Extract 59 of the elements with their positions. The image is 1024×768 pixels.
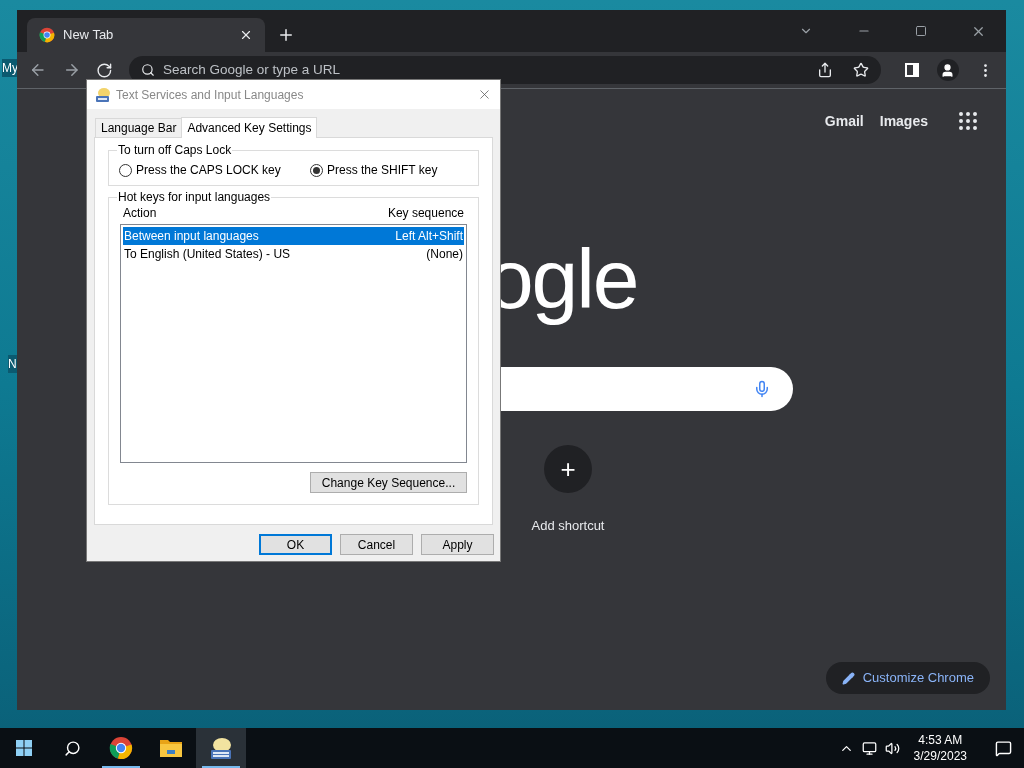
header-link[interactable]: Images	[879, 110, 928, 132]
pencil-icon	[841, 671, 855, 685]
radio-label: Press the SHIFT key	[327, 162, 438, 179]
search-icon	[63, 739, 81, 757]
dialog-tab[interactable]: Advanced Key Settings	[181, 117, 318, 138]
list-row[interactable]: Between input languages Left Alt+Shift	[123, 227, 464, 245]
address-bar[interactable]: Search Google or type a URL	[129, 56, 881, 84]
dialog-button[interactable]: Apply	[421, 534, 494, 555]
change-key-sequence-button[interactable]: Change Key Sequence...	[310, 472, 467, 493]
header-link[interactable]: Gmail	[824, 110, 864, 132]
clock-time: 4:53 AM	[918, 732, 963, 748]
search-icon	[141, 63, 155, 77]
group-title: To turn off Caps Lock	[117, 143, 233, 157]
reload-icon[interactable]	[96, 61, 113, 79]
dialog-button[interactable]: OK	[259, 534, 332, 555]
keyboard-app-icon	[209, 736, 233, 760]
customize-chrome-button[interactable]: Customize Chrome	[825, 662, 990, 694]
side-panel-icon[interactable]	[905, 63, 919, 77]
radio-button[interactable]	[310, 163, 323, 177]
dialog-tab[interactable]: Language Bar	[95, 118, 182, 137]
share-icon[interactable]	[817, 62, 833, 78]
list-row[interactable]: To English (United States) - US (None)	[123, 245, 464, 263]
tab-title: New Tab	[63, 26, 115, 45]
clock[interactable]: 4:53 AM 3/29/2023	[907, 732, 973, 764]
desktop-icon-label: N	[8, 355, 17, 373]
keyboard-app-icon	[95, 86, 111, 103]
folder-icon	[159, 738, 183, 758]
browser-tab[interactable]: New Tab	[27, 18, 265, 52]
column-header: Key sequence	[387, 206, 464, 220]
profile-avatar[interactable]	[937, 59, 959, 81]
column-header: Action	[123, 206, 157, 220]
group-title: Hot keys for input languages	[117, 190, 272, 204]
notifications-icon[interactable]	[995, 739, 1012, 757]
maximize-icon[interactable]	[915, 25, 927, 37]
mic-icon[interactable]	[753, 380, 771, 398]
back-icon[interactable]	[29, 61, 47, 79]
volume-icon[interactable]	[884, 740, 900, 756]
bookmark-star-icon[interactable]	[853, 62, 869, 78]
desktop-icon-label: My	[2, 59, 18, 77]
add-shortcut-button[interactable]: +	[544, 445, 592, 493]
close-icon[interactable]	[239, 28, 253, 42]
key-sequence-text: Left Alt+Shift	[395, 228, 463, 245]
radio-button[interactable]	[119, 163, 132, 177]
shortcut-label: Add shortcut	[531, 517, 605, 535]
action-text: Between input languages	[124, 228, 259, 245]
dialog-button[interactable]: Cancel	[340, 534, 413, 555]
dialog-title: Text Services and Input Languages	[116, 86, 305, 104]
network-icon[interactable]	[861, 740, 877, 756]
new-tab-icon[interactable]	[277, 26, 295, 44]
address-input[interactable]: Search Google or type a URL	[163, 59, 809, 81]
action-text: To English (United States) - US	[124, 246, 291, 263]
radio-label: Press the CAPS LOCK key	[136, 162, 281, 179]
taskbar-app[interactable]	[196, 728, 246, 768]
windows-logo-icon	[16, 740, 32, 756]
chrome-icon	[39, 27, 55, 43]
apps-grid-icon[interactable]	[956, 109, 980, 133]
chrome-icon	[109, 736, 133, 760]
clock-date: 3/29/2023	[913, 748, 967, 764]
key-sequence-text: (None)	[426, 246, 463, 263]
